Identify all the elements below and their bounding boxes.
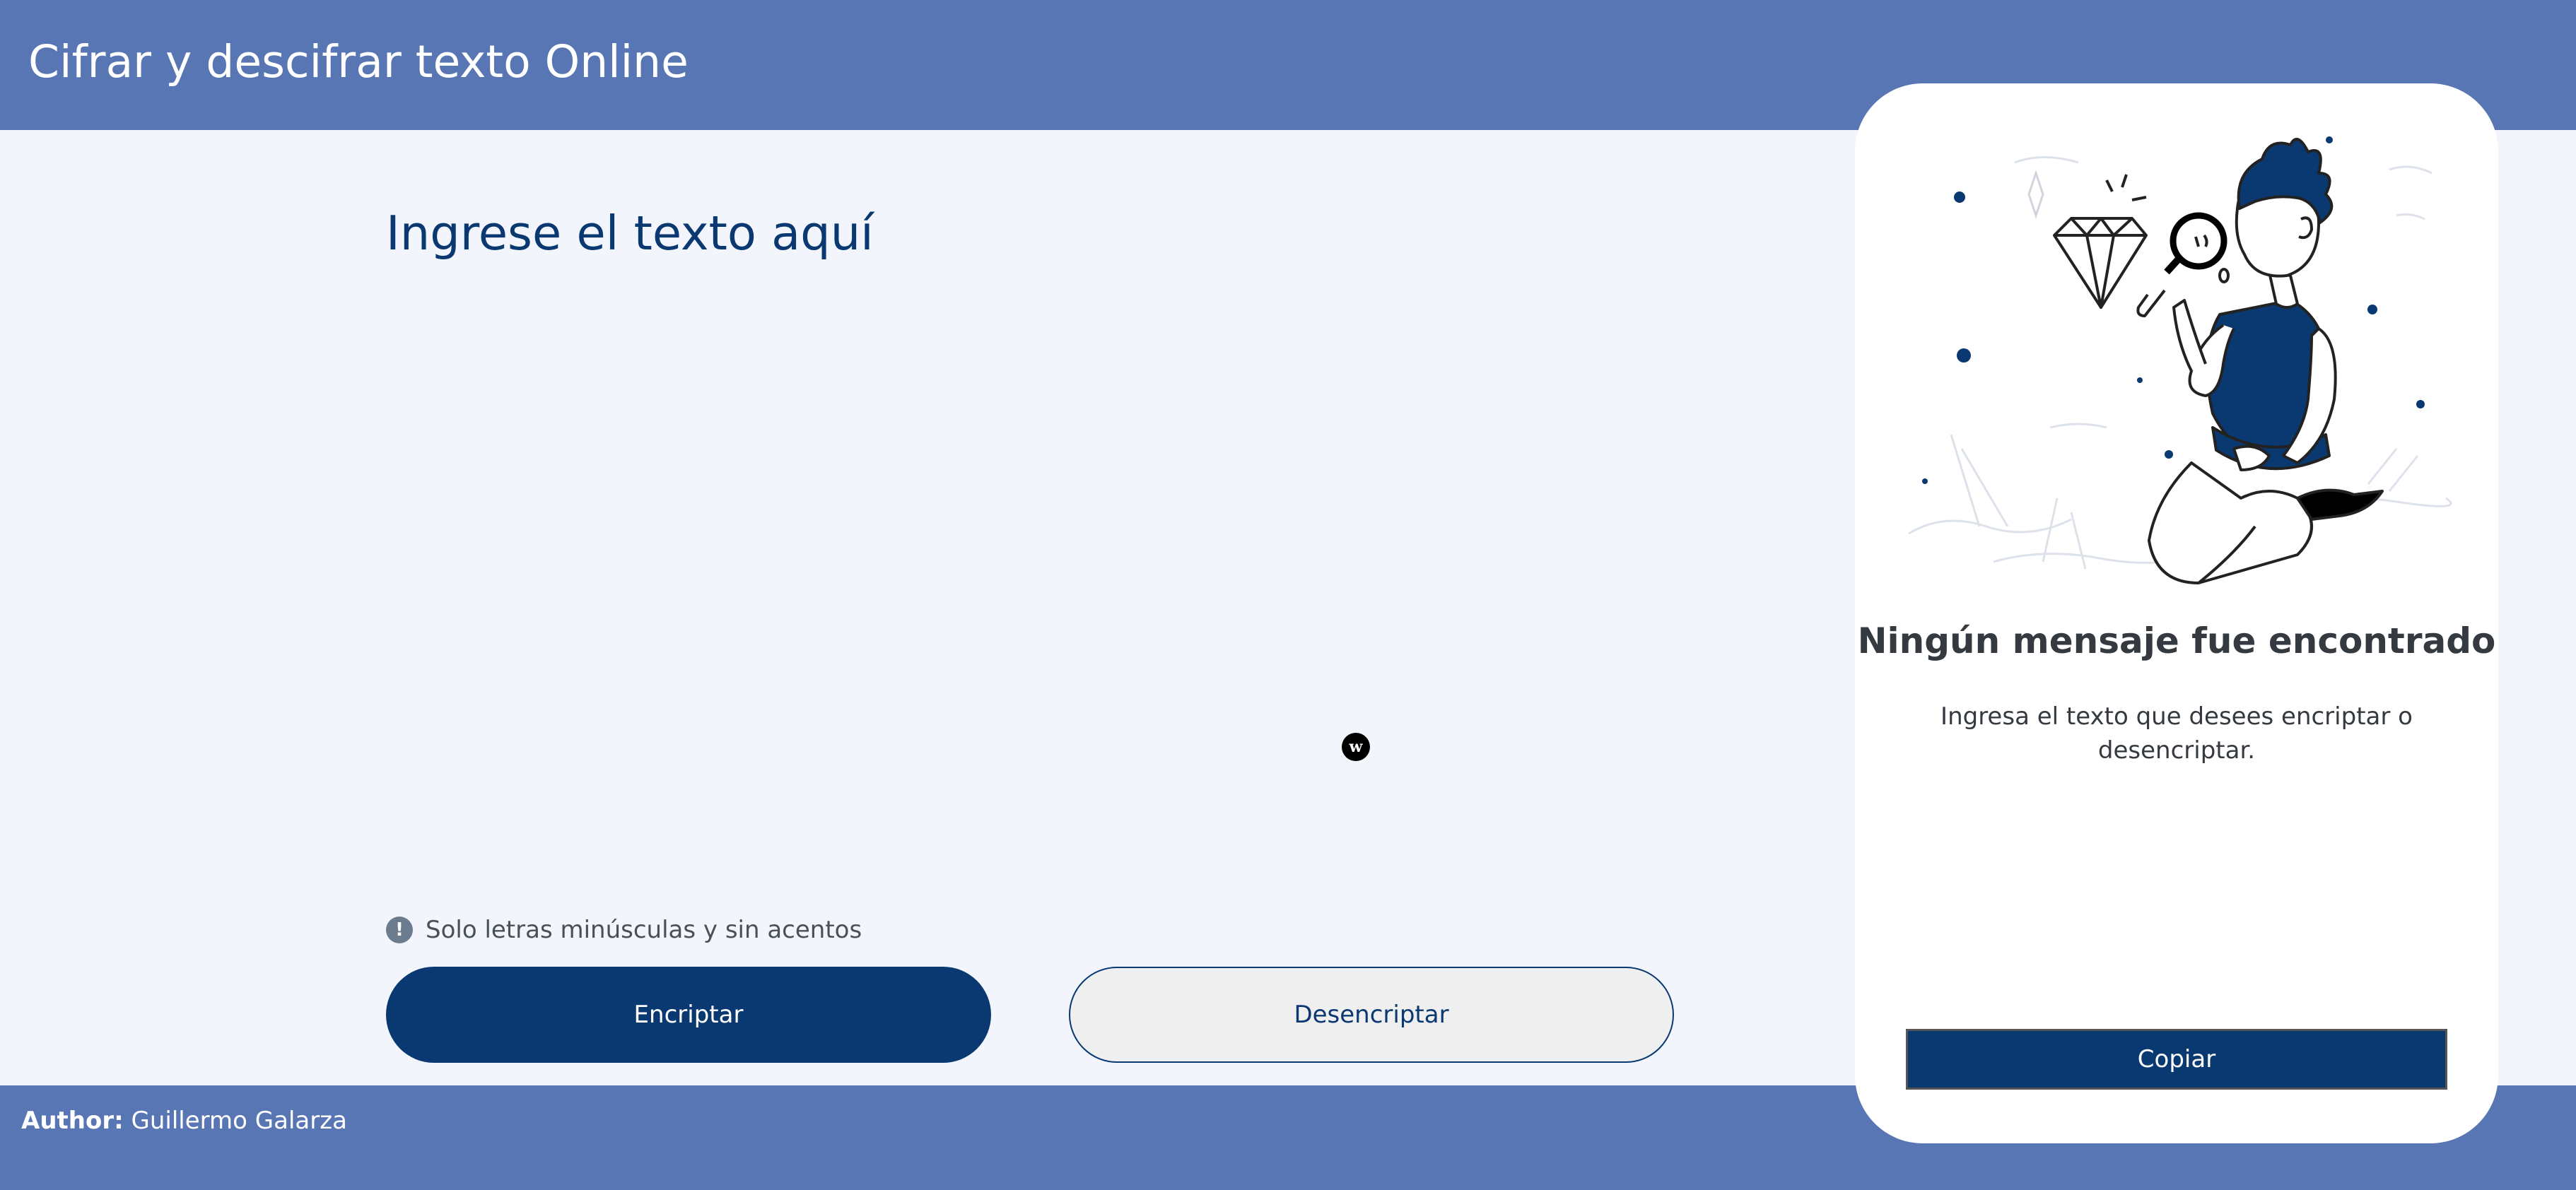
- author-label: Author:: [21, 1107, 124, 1135]
- decrypt-button[interactable]: Desencriptar: [1069, 967, 1674, 1063]
- input-heading: Ingrese el texto aquí: [386, 206, 874, 261]
- exclamation-icon: !: [386, 917, 413, 943]
- encrypt-button[interactable]: Encriptar: [386, 967, 991, 1063]
- output-description: Ingresa el texto que desees encriptar o …: [1940, 702, 2413, 765]
- author-credit: Author: Guillermo Galarza: [21, 1107, 347, 1135]
- text-input[interactable]: [386, 283, 1675, 879]
- person-with-magnifying-glass-illustration: [1908, 136, 2452, 584]
- copy-button[interactable]: Copiar: [1906, 1029, 2447, 1090]
- app-title: Cifrar y descifrar texto Online: [28, 36, 689, 88]
- output-title: Ningún mensaje fue encontrado: [1857, 620, 2496, 661]
- w-badge-icon[interactable]: w: [1342, 733, 1370, 761]
- hint: ! Solo letras minúsculas y sin acentos: [386, 916, 862, 944]
- author-name: Guillermo Galarza: [131, 1107, 347, 1135]
- hint-text: Solo letras minúsculas y sin acentos: [426, 916, 862, 944]
